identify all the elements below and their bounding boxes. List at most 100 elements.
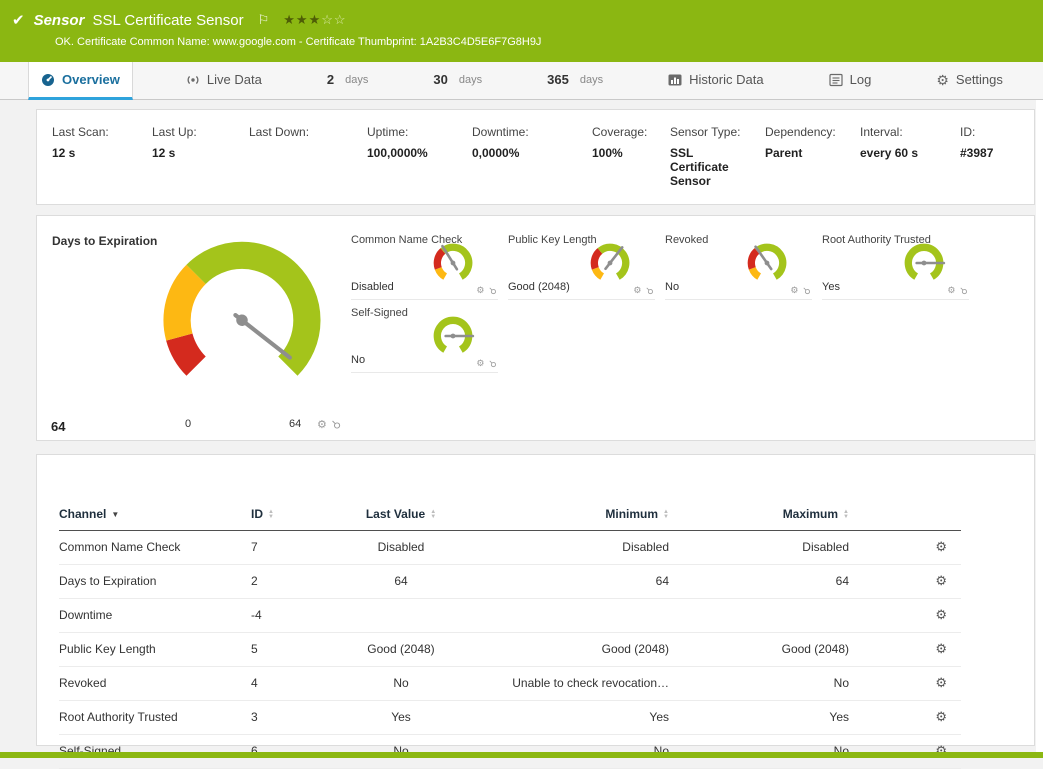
- sort-desc-icon: ▼: [111, 510, 119, 519]
- small-gauges-grid: Common Name Check Disabled ⚙ ⚲ Public Ke…: [351, 228, 979, 373]
- tab-live-data[interactable]: Live Data: [174, 62, 274, 100]
- info-value: SSL Certificate Sensor: [670, 146, 740, 188]
- info-label: Interval:: [860, 125, 950, 139]
- gauges-panel: Days to Expiration 64 0 64 ⚙ ⚲ Common Na…: [36, 215, 1035, 441]
- sort-icon: ▲▼: [430, 510, 436, 520]
- big-gauge-value: 64: [51, 419, 65, 434]
- column-label: ID: [251, 507, 263, 521]
- cell-minimum: [491, 599, 669, 633]
- gauge-gear-icon[interactable]: ⚙: [476, 358, 484, 369]
- gauge-pin-icon[interactable]: ⚲: [643, 284, 655, 296]
- small-gauge-revoked: Revoked No ⚙ ⚲: [665, 228, 812, 300]
- cell-last-value: [311, 599, 491, 633]
- tab-days-word: days: [580, 74, 603, 86]
- cell-id: 3: [251, 701, 311, 735]
- flag-icon[interactable]: ⚐: [258, 12, 270, 28]
- right-scrollbar-track: [1036, 100, 1043, 752]
- channel-settings-gear-icon[interactable]: ⚙: [935, 607, 961, 623]
- cell-maximum: 64: [669, 565, 849, 599]
- tab-log[interactable]: Log: [817, 62, 884, 100]
- table-row[interactable]: Common Name Check 7 Disabled Disabled Di…: [59, 531, 961, 565]
- star-empty-icon[interactable]: ☆☆: [321, 12, 346, 27]
- cell-maximum: No: [669, 667, 849, 701]
- info-label: Uptime:: [367, 125, 462, 139]
- cell-maximum: Good (2048): [669, 633, 849, 667]
- cell-minimum: Unable to check revocation…: [491, 667, 669, 701]
- sensor-info-strip: Last Scan: 12 s Last Up: 12 s Last Down:…: [36, 109, 1035, 205]
- info-value: Parent: [765, 146, 850, 160]
- cell-id: 2: [251, 565, 311, 599]
- gauge-gear-icon[interactable]: ⚙: [476, 285, 484, 296]
- object-kind-label: Sensor: [34, 12, 85, 29]
- star-filled-icon[interactable]: ★★★: [283, 12, 321, 27]
- priority-stars[interactable]: ★★★☆☆: [283, 12, 346, 28]
- channel-settings-gear-icon[interactable]: ⚙: [935, 675, 961, 691]
- column-header-maximum[interactable]: Maximum▲▼: [669, 501, 849, 531]
- column-header-channel[interactable]: Channel▼: [59, 501, 251, 531]
- cell-maximum: Yes: [669, 701, 849, 735]
- gauge-scale-max: 64: [289, 418, 301, 430]
- table-row[interactable]: Downtime -4 ⚙: [59, 599, 961, 633]
- small-gauge-value: No: [351, 354, 365, 366]
- gauge-gear-icon[interactable]: ⚙: [790, 285, 798, 296]
- sort-icon: ▲▼: [268, 510, 274, 520]
- cell-minimum: Disabled: [491, 531, 669, 565]
- gauge-pin-icon[interactable]: ⚲: [957, 284, 969, 296]
- cell-minimum: 64: [491, 565, 669, 599]
- info-value: 12 s: [152, 146, 239, 160]
- tab-label: Overview: [62, 72, 120, 87]
- cell-maximum: [669, 599, 849, 633]
- tab-365-days[interactable]: 365 days: [535, 62, 615, 100]
- table-row[interactable]: Root Authority Trusted 3 Yes Yes Yes ⚙: [59, 701, 961, 735]
- channel-settings-gear-icon[interactable]: ⚙: [935, 539, 961, 555]
- column-header-id[interactable]: ID ▲▼: [251, 501, 311, 531]
- info-downtime: Downtime: 0,0000%: [472, 125, 592, 204]
- sort-icon: ▲▼: [843, 510, 849, 520]
- gauge-gear-icon[interactable]: ⚙: [947, 285, 955, 296]
- tab-2-days[interactable]: 2 days: [315, 62, 380, 100]
- tab-30-days[interactable]: 30 days: [421, 62, 494, 100]
- gauge-gear-icon[interactable]: ⚙: [317, 418, 327, 431]
- info-value: every 60 s: [860, 146, 950, 160]
- column-label: Last Value: [366, 507, 425, 521]
- info-label: Sensor Type:: [670, 125, 755, 139]
- table-row[interactable]: Revoked 4 No Unable to check revocation……: [59, 667, 961, 701]
- channel-settings-gear-icon[interactable]: ⚙: [935, 709, 961, 725]
- sensor-header: ✔ Sensor SSL Certificate Sensor ⚐ ★★★☆☆ …: [0, 0, 1043, 62]
- info-uptime: Uptime: 100,0000%: [367, 125, 472, 204]
- gauge-pin-icon[interactable]: ⚲: [486, 357, 498, 369]
- info-value: 100,0000%: [367, 146, 462, 160]
- gauge-pin-icon[interactable]: ⚲: [800, 284, 812, 296]
- info-coverage: Coverage: 100%: [592, 125, 670, 204]
- small-gauge-self-signed: Self-Signed No ⚙ ⚲: [351, 301, 498, 373]
- cell-last-value: Disabled: [311, 531, 491, 565]
- table-row[interactable]: Public Key Length 5 Good (2048) Good (20…: [59, 633, 961, 667]
- channel-settings-gear-icon[interactable]: ⚙: [935, 573, 961, 589]
- tab-historic-data[interactable]: Historic Data: [656, 62, 775, 100]
- info-value: #3987: [960, 146, 1010, 160]
- channels-table-panel: Channel▼ ID ▲▼ Last Value ▲▼ Minimum▲▼ Max…: [36, 454, 1035, 746]
- gauge-gear-icon[interactable]: ⚙: [633, 285, 641, 296]
- public-key-length-gauge: [587, 240, 633, 286]
- cell-last-value: 64: [311, 565, 491, 599]
- small-gauge-actions: ⚙ ⚲: [476, 358, 496, 369]
- cell-last-value: No: [311, 667, 491, 701]
- info-last-down: Last Down:: [249, 125, 367, 204]
- small-gauge-root-authority-trusted: Root Authority Trusted Yes ⚙ ⚲: [822, 228, 969, 300]
- info-label: Last Up:: [152, 125, 239, 139]
- table-row[interactable]: Days to Expiration 2 64 64 64 ⚙: [59, 565, 961, 599]
- tab-days-number: 365: [547, 72, 569, 87]
- channel-settings-gear-icon[interactable]: ⚙: [935, 641, 961, 657]
- gauge-pin-icon[interactable]: ⚲: [328, 417, 343, 432]
- info-value: 12 s: [52, 146, 142, 160]
- info-label: ID:: [960, 125, 1010, 139]
- gauge-pin-icon[interactable]: ⚲: [486, 284, 498, 296]
- tab-overview[interactable]: Overview: [28, 62, 133, 100]
- revoked-gauge: [744, 240, 790, 286]
- tab-settings[interactable]: ⚙ Settings: [924, 62, 1015, 100]
- tab-label: Live Data: [207, 72, 262, 87]
- column-header-minimum[interactable]: Minimum▲▼: [491, 501, 669, 531]
- tab-bar: Overview Live Data 2 days 30 days 365 da…: [0, 62, 1043, 100]
- page-title: SSL Certificate Sensor: [92, 12, 243, 29]
- column-header-last-value[interactable]: Last Value ▲▼: [311, 501, 491, 531]
